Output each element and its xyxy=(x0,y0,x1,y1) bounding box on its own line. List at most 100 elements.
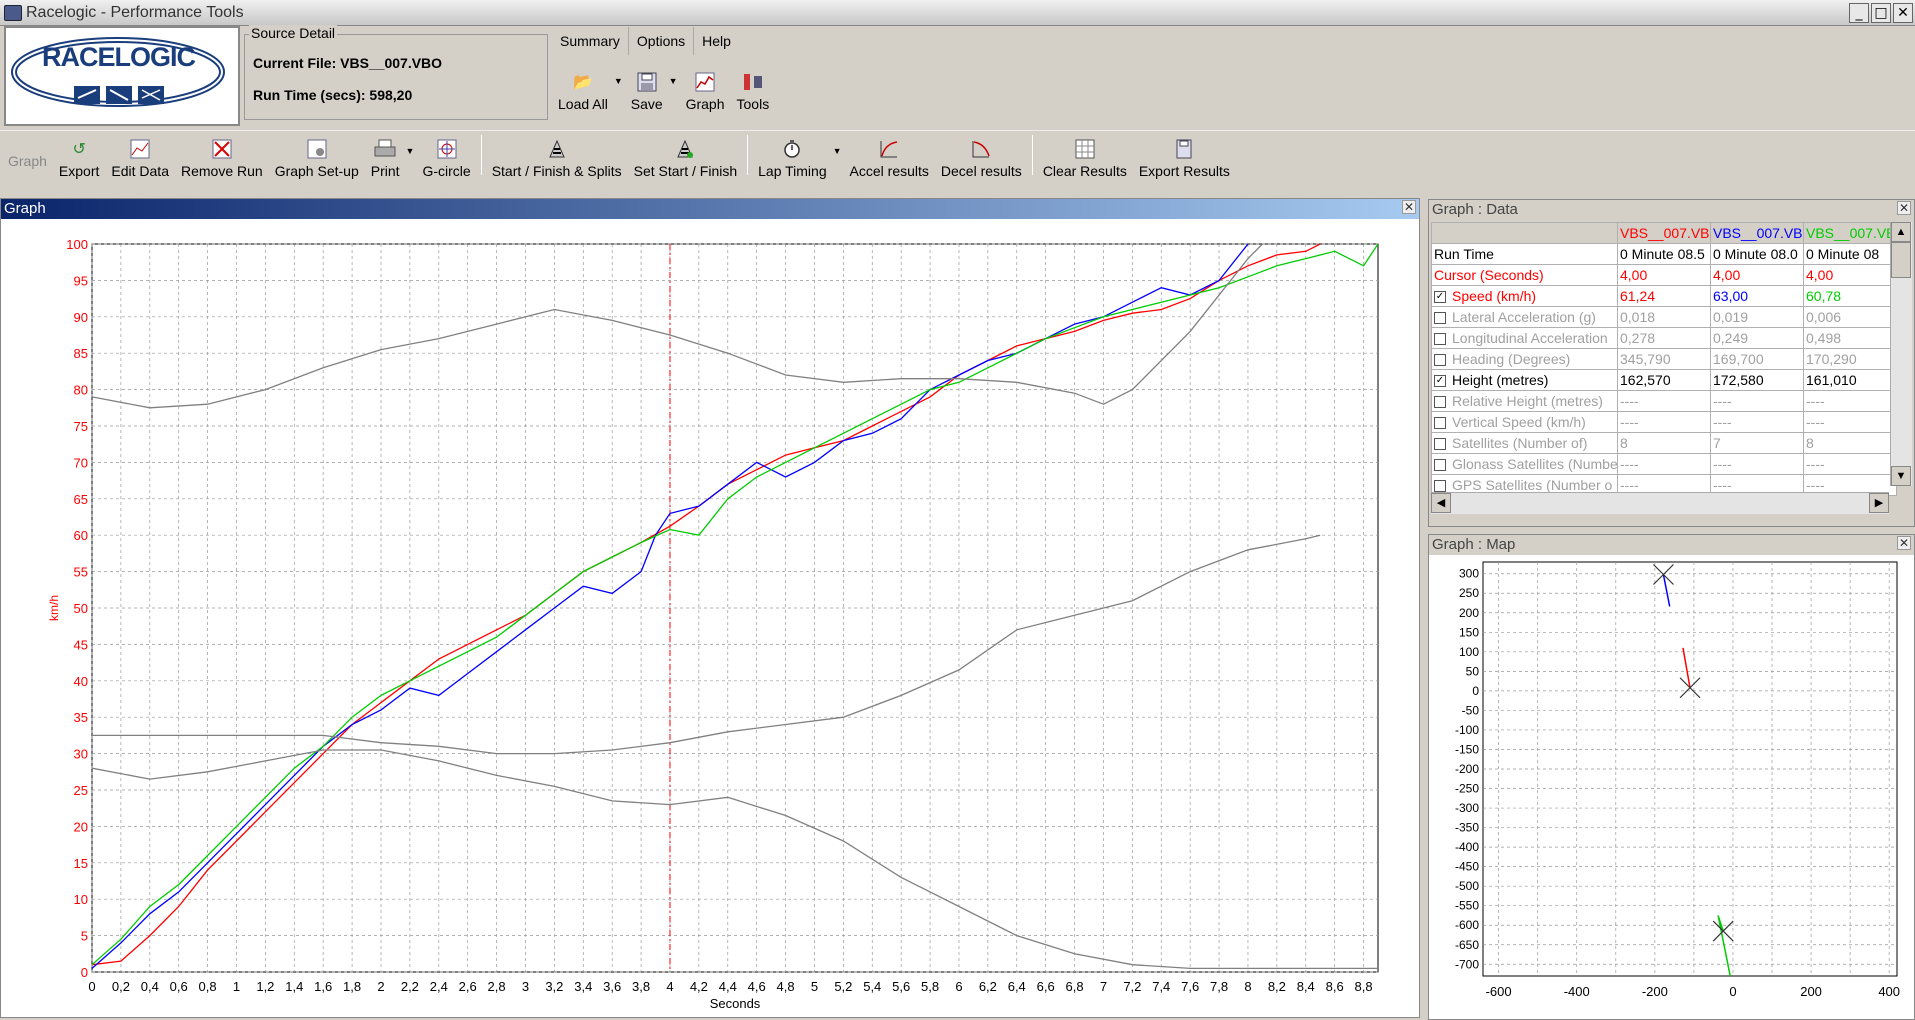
x-tick-label: 5,4 xyxy=(863,979,881,994)
graph-map-panel-title: Graph : Map xyxy=(1429,535,1914,555)
x-tick-label: 8,4 xyxy=(1297,979,1315,994)
row-checkbox[interactable] xyxy=(1434,459,1446,472)
graph-button[interactable]: Graph xyxy=(680,71,731,112)
load-all-dropdown-icon[interactable]: ▼ xyxy=(614,76,623,86)
y-tick-label: 0 xyxy=(81,965,88,980)
map-y-tick-label: -150 xyxy=(1455,742,1479,756)
x-tick-label: 1 xyxy=(233,979,240,994)
y-tick-label: 5 xyxy=(81,929,88,944)
y-tick-label: 70 xyxy=(74,455,88,470)
app-icon xyxy=(4,4,22,21)
row-label[interactable]: Heading (Degrees) xyxy=(1431,348,1618,370)
map-x-tick-label: 200 xyxy=(1800,984,1822,999)
x-tick-label: 5 xyxy=(811,979,818,994)
data-vertical-scrollbar[interactable]: ▲ ▼ xyxy=(1890,222,1912,486)
x-tick-label: 6,4 xyxy=(1008,979,1026,994)
row-value: ---- xyxy=(1617,453,1711,475)
graph-map-close-icon[interactable]: ✕ xyxy=(1897,536,1911,550)
scroll-down-icon[interactable]: ▼ xyxy=(1891,466,1911,486)
position-map[interactable]: -600 -400 -200 0 200 400 300 250 200 150 100 50 0 -50… xyxy=(1429,556,1914,1020)
graph-data-panel: Graph : Data ✕ VBS__007.VBO VBS__007.VBO V… xyxy=(1428,199,1915,527)
load-all-button[interactable]: 📂 Load All xyxy=(552,71,614,112)
row-label[interactable]: Satellites (Number of) xyxy=(1431,432,1618,454)
x-tick-label: 2,8 xyxy=(488,979,506,994)
y-tick-label: 30 xyxy=(74,747,88,762)
menu-options[interactable]: Options xyxy=(629,27,695,55)
decel-results-label: Decel results xyxy=(940,163,1022,179)
x-tick-label: 7,4 xyxy=(1152,979,1170,994)
row-label[interactable]: ✓ Speed (km/h) xyxy=(1431,285,1618,307)
tools-button[interactable]: Tools xyxy=(731,71,776,112)
g-circle-label: G-circle xyxy=(422,163,471,179)
tools-icon xyxy=(742,71,764,93)
row-label[interactable]: Lateral Acceleration (g) xyxy=(1431,306,1618,328)
scroll-left-icon[interactable]: ◀ xyxy=(1431,493,1451,513)
row-value: 345,790 xyxy=(1617,348,1711,370)
start-finish-splits-button[interactable]: Start / Finish & Splits xyxy=(486,138,628,179)
scroll-up-icon[interactable]: ▲ xyxy=(1891,222,1911,242)
row-label[interactable]: Run Time xyxy=(1431,243,1618,265)
row-label[interactable]: ✓ Height (metres) xyxy=(1431,369,1618,391)
accel-results-button[interactable]: Accel results xyxy=(844,138,935,179)
row-value: 0 Minute 08.5 xyxy=(1617,243,1711,265)
column-header[interactable]: VBS__007.VB xyxy=(1803,222,1897,244)
x-tick-label: 7,8 xyxy=(1210,979,1228,994)
row-value: ---- xyxy=(1710,390,1804,412)
row-label[interactable]: Relative Height (metres) xyxy=(1431,390,1618,412)
x-tick-label: 5,6 xyxy=(892,979,910,994)
scroll-thumb[interactable] xyxy=(1891,242,1911,278)
menu-help[interactable]: Help xyxy=(694,27,739,55)
table-row: ✓ Speed (km/h) 61,24 63,00 60,78 xyxy=(1431,285,1897,307)
row-checkbox[interactable] xyxy=(1434,312,1446,325)
y-tick-label: 10 xyxy=(74,892,88,907)
toolbar-separator xyxy=(480,135,482,175)
row-checkbox[interactable] xyxy=(1434,396,1446,409)
lap-timing-dropdown-icon[interactable]: ▼ xyxy=(833,146,842,156)
graph-setup-button[interactable]: Graph Set-up xyxy=(269,138,365,179)
clear-results-button[interactable]: Clear Results xyxy=(1037,138,1133,179)
row-checkbox[interactable] xyxy=(1434,480,1446,493)
data-horizontal-scrollbar[interactable]: ◀ ▶ xyxy=(1431,492,1889,514)
y-tick-label: 75 xyxy=(74,419,88,434)
minimize-button[interactable]: _ xyxy=(1849,3,1869,23)
row-checkbox[interactable] xyxy=(1434,333,1446,346)
y-tick-label: 40 xyxy=(74,674,88,689)
remove-run-button[interactable]: Remove Run xyxy=(175,138,269,179)
row-label[interactable]: Vertical Speed (km/h) xyxy=(1431,411,1618,433)
lap-timing-button[interactable]: Lap Timing xyxy=(752,138,832,179)
export-results-label: Export Results xyxy=(1138,163,1230,179)
scroll-right-icon[interactable]: ▶ xyxy=(1869,493,1889,513)
print-dropdown-icon[interactable]: ▼ xyxy=(406,146,415,156)
close-button[interactable]: ✕ xyxy=(1893,3,1913,23)
export-button[interactable]: ↺ Export xyxy=(53,138,105,179)
x-tick-label: 6,2 xyxy=(979,979,997,994)
column-header[interactable]: VBS__007.VBO xyxy=(1617,222,1711,244)
row-checkbox[interactable] xyxy=(1434,438,1446,451)
row-checkbox[interactable] xyxy=(1434,354,1446,367)
row-checkbox[interactable] xyxy=(1434,417,1446,430)
row-label[interactable]: Longitudinal Acceleration xyxy=(1431,327,1618,349)
print-button[interactable]: Print xyxy=(365,138,406,179)
speed-chart[interactable]: 0 0,2 0,4 0,6 0,8 1 1,2 1,4 1,6 1,8 2 2,2 2,4 2,6 2,8 3… xyxy=(1,220,1419,1018)
decel-results-button[interactable]: Decel results xyxy=(935,138,1028,179)
x-tick-label: 3,4 xyxy=(574,979,592,994)
graph-data-close-icon[interactable]: ✕ xyxy=(1897,201,1911,215)
edit-data-button[interactable]: Edit Data xyxy=(105,138,175,179)
row-checkbox[interactable]: ✓ xyxy=(1434,375,1446,388)
row-value: 8 xyxy=(1617,432,1711,454)
row-label[interactable]: Glonass Satellites (Numbe xyxy=(1431,453,1618,475)
graph-panel-close-icon[interactable]: ✕ xyxy=(1402,200,1416,214)
g-circle-button[interactable]: G-circle xyxy=(416,138,476,179)
save-button[interactable]: Save xyxy=(625,71,669,112)
export-results-button[interactable]: Export Results xyxy=(1133,138,1236,179)
set-start-finish-button[interactable]: Set Start / Finish xyxy=(628,138,743,179)
row-label[interactable]: Cursor (Seconds) xyxy=(1431,264,1618,286)
row-label-text: GPS Satellites (Number o xyxy=(1452,477,1613,493)
menu-summary[interactable]: Summary xyxy=(552,27,629,55)
printer-icon xyxy=(374,138,396,160)
save-dropdown-icon[interactable]: ▼ xyxy=(669,76,678,86)
map-y-tick-label: 200 xyxy=(1459,606,1479,620)
maximize-button[interactable]: □ xyxy=(1871,3,1891,23)
column-header[interactable]: VBS__007.VBO xyxy=(1710,222,1804,244)
row-checkbox[interactable]: ✓ xyxy=(1434,291,1446,304)
